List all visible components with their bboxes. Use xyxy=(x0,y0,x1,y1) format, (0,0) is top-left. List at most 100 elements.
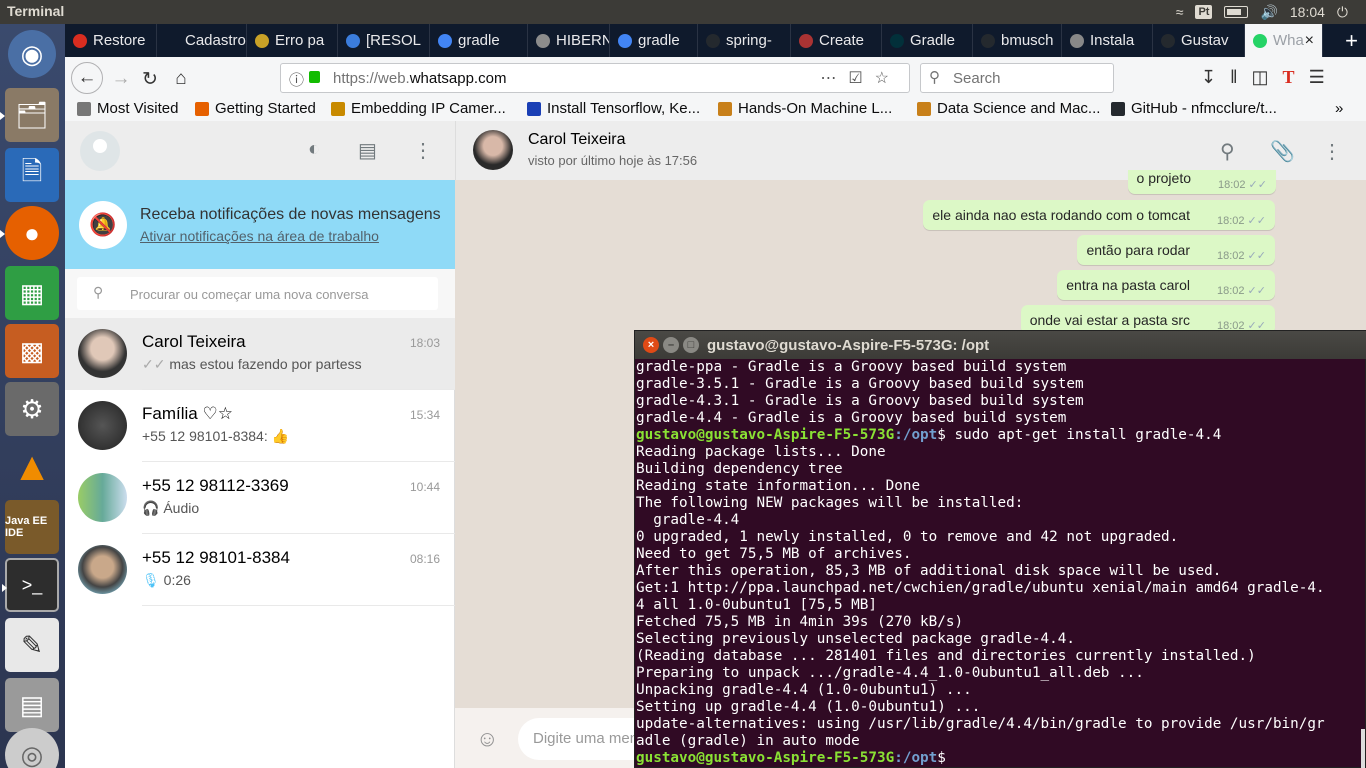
tab-3[interactable]: [RESOL xyxy=(338,24,430,57)
tab-7[interactable]: spring- xyxy=(698,24,791,57)
keyboard-layout-indicator[interactable]: Pt xyxy=(1195,5,1213,19)
home-button[interactable]: ⌂ xyxy=(167,65,195,93)
back-button[interactable]: ← xyxy=(71,62,103,94)
calc-icon[interactable]: ▦ xyxy=(5,266,59,320)
avatar[interactable] xyxy=(78,545,127,594)
reload-button[interactable]: ↻ xyxy=(136,65,164,93)
search-bar[interactable]: ⚲ Search xyxy=(920,63,1114,93)
tab-0[interactable]: Restore xyxy=(65,24,157,57)
bookmark-6[interactable]: GitHub - nfmcclure/t... xyxy=(1111,100,1277,117)
bookmark-5[interactable]: Data Science and Mac... xyxy=(917,100,1100,117)
tab-label: Create xyxy=(819,32,865,49)
terminal-line: gradle-4.3.1 - Gradle is a Groovy based … xyxy=(636,393,1084,409)
system-settings-icon[interactable]: ⚙ xyxy=(5,382,59,436)
tab-label: Erro pa xyxy=(275,32,325,49)
tab-9[interactable]: Gradle xyxy=(882,24,973,57)
maximize-button[interactable]: □ xyxy=(683,337,699,353)
firefox-icon[interactable]: ● xyxy=(0,206,59,260)
menu-dots-icon[interactable]: ⋮ xyxy=(1322,139,1342,164)
forward-button[interactable]: → xyxy=(107,65,135,93)
tab-label: Wha xyxy=(1273,32,1304,49)
site-info-icon[interactable]: ⓘ xyxy=(289,69,304,90)
bookmark-label: Getting Started xyxy=(215,100,316,117)
attach-icon[interactable]: 📎 xyxy=(1270,139,1295,164)
tab-11[interactable]: Instala xyxy=(1062,24,1153,57)
battery-icon[interactable] xyxy=(1224,6,1249,18)
terminal-line: adle (gradle) in auto mode xyxy=(636,733,860,749)
chat-time: 15:34 xyxy=(409,408,440,422)
avatar[interactable] xyxy=(80,131,120,171)
tab-10[interactable]: bmusch xyxy=(973,24,1062,57)
tab-12[interactable]: Gustav xyxy=(1153,24,1245,57)
writer-icon[interactable]: 🗎 xyxy=(5,148,59,202)
terminal-line: Need to get 75,5 MB of archives. xyxy=(636,546,912,562)
bookmark-0[interactable]: Most Visited xyxy=(77,100,178,117)
close-button[interactable]: × xyxy=(643,337,659,353)
terminal-window[interactable]: × – □ gustavo@gustavo-Aspire-F5-573G: /o… xyxy=(634,330,1366,768)
url-text[interactable]: https://web.whatsapp.com xyxy=(333,70,506,87)
close-tab-icon[interactable]: × xyxy=(1305,32,1314,50)
tab-favicon-icon xyxy=(706,33,720,48)
ubuntu-dash-icon[interactable]: ◉ xyxy=(8,30,56,78)
tab-13[interactable]: Wha × xyxy=(1245,24,1323,57)
tab-6[interactable]: gradle xyxy=(610,24,698,57)
navigation-toolbar: ← → ↻ ⌂ ⓘ https://web.whatsapp.com ⋯☑☆ ⚲… xyxy=(65,57,1366,99)
tab-4[interactable]: gradle xyxy=(430,24,528,57)
terminal-icon[interactable]: >_ xyxy=(2,558,59,612)
tab-1[interactable]: Cadastro xyxy=(157,24,247,57)
message-text: entra na pasta carol xyxy=(1066,277,1190,293)
emoji-icon[interactable]: ☺ xyxy=(476,726,498,752)
bookmark-4[interactable]: Hands-On Machine L... xyxy=(718,100,892,117)
avatar[interactable] xyxy=(78,329,127,378)
divider xyxy=(142,605,455,606)
bookmark-3[interactable]: Install Tensorflow, Ke... xyxy=(527,100,700,117)
search-icon: ⚲ xyxy=(929,69,940,86)
power-icon[interactable]: ⏻ xyxy=(1337,4,1348,21)
terminal-output[interactable]: gradle-ppa - Gradle is a Groovy based bu… xyxy=(635,359,1366,768)
tab-favicon-icon xyxy=(799,33,813,48)
tab-2[interactable]: Erro pa xyxy=(247,24,338,57)
bookmarks-overflow-icon[interactable]: » xyxy=(1335,100,1343,117)
text-editor-icon[interactable]: ✎ xyxy=(5,618,59,672)
message-text: então para rodar xyxy=(1086,242,1190,258)
chat-item[interactable]: Carol Teixeira 18:03 ✓✓ mas estou fazendo … xyxy=(65,318,455,390)
toolbar-icons[interactable]: ↧‖◫T☰ xyxy=(1201,67,1339,88)
minimize-button[interactable]: – xyxy=(663,337,679,353)
clock[interactable]: 18:04 xyxy=(1290,4,1325,20)
microphone-icon: 🎙 xyxy=(142,572,164,588)
chat-search-input[interactable]: ⚲ Procurar ou começar uma nova conversa xyxy=(77,277,438,310)
wifi-icon[interactable]: ≈ xyxy=(1176,4,1184,20)
tab-8[interactable]: Create xyxy=(791,24,882,57)
tab-5[interactable]: HIBERN xyxy=(528,24,610,57)
avatar[interactable] xyxy=(78,401,127,450)
lock-icon[interactable] xyxy=(309,71,320,83)
vlc-icon[interactable]: ▲ xyxy=(5,440,59,494)
volume-icon[interactable]: 🔊 xyxy=(1260,4,1277,21)
search-icon[interactable]: ⚲ xyxy=(1220,139,1235,164)
new-tab-button[interactable]: + xyxy=(1345,28,1358,54)
impress-icon[interactable]: ▩ xyxy=(5,324,59,378)
chat-item[interactable]: Família ♡☆ 15:34 +55 12 98101-8384: 👍 xyxy=(65,390,455,462)
new-chat-icon[interactable]: ▤ xyxy=(358,138,377,163)
status-icon[interactable]: ◐ xyxy=(308,138,320,161)
url-actions[interactable]: ⋯☑☆ xyxy=(820,68,901,88)
enable-notifications-link[interactable]: Ativar notificações na área de trabalho xyxy=(140,228,379,244)
chat-preview-text: +55 12 98101-8384: 👍 xyxy=(142,428,290,444)
files-icon[interactable]: 🗂 xyxy=(0,88,59,142)
chat-item[interactable]: +55 12 98101-8384 08:16 🎙 0:26 xyxy=(65,534,455,606)
java-ee-ide-icon[interactable]: Java EE IDE xyxy=(5,500,59,554)
bookmark-icon xyxy=(718,101,732,116)
double-check-icon: ✓✓ xyxy=(1244,215,1266,227)
menu-dots-icon[interactable]: ⋮ xyxy=(413,138,433,163)
avatar[interactable] xyxy=(78,473,127,522)
terminal-title: gustavo@gustavo-Aspire-F5-573G: /opt xyxy=(707,337,990,354)
avatar[interactable] xyxy=(473,130,513,170)
url-bar[interactable]: ⓘ https://web.whatsapp.com ⋯☑☆ xyxy=(280,63,910,93)
terminal-scrollbar[interactable] xyxy=(1361,729,1365,768)
dvd-icon[interactable]: ◎ xyxy=(5,728,59,768)
chat-item[interactable]: +55 12 98112-3369 10:44 🎧 Áudio xyxy=(65,462,455,534)
disks-icon[interactable]: ▤ xyxy=(5,678,59,732)
bookmark-2[interactable]: Embedding IP Camer... xyxy=(331,100,506,117)
terminal-titlebar[interactable]: × – □ gustavo@gustavo-Aspire-F5-573G: /o… xyxy=(635,331,1366,359)
bookmark-1[interactable]: Getting Started xyxy=(195,100,316,117)
